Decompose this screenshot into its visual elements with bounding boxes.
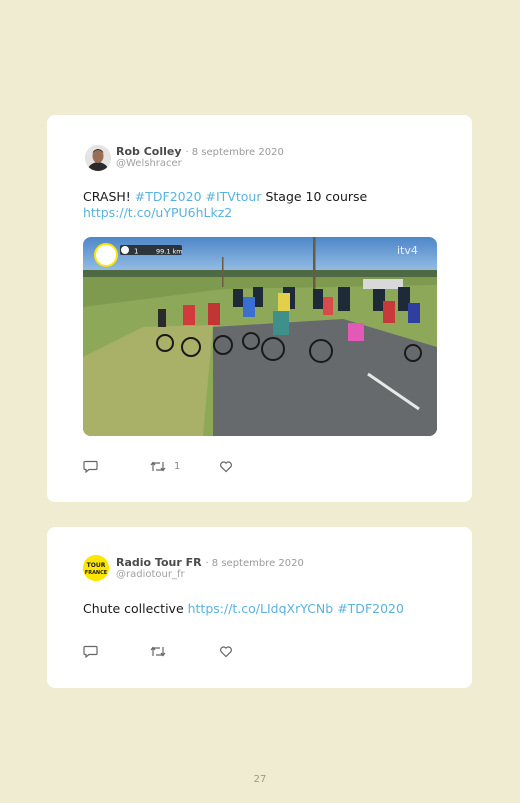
author-handle[interactable]: @Welshracer [116,158,182,169]
avatar[interactable]: TOUR FRANCE [83,555,109,581]
like-icon [220,460,232,472]
like-button[interactable] [219,459,241,473]
reply-button[interactable] [83,459,106,473]
person-avatar-image [85,145,111,171]
tour-de-france-logo-icon: TOUR FRANCE [83,555,109,581]
tweet-date[interactable]: · 8 septembre 2020 [185,147,283,158]
reply-icon [83,645,98,658]
like-icon [220,645,232,657]
overlay-distance: 99.1 km [156,248,183,256]
retweet-count: 1 [174,460,181,472]
tweet-text-tail: Stage 10 course [261,189,368,204]
overlay-number: 1 [134,248,138,256]
tweet-text-lead: CRASH! [83,189,135,204]
tweet-text-lead: Chute collective [83,601,188,616]
tweet-text: Chute collective https://t.co/LIdqXrYCNb… [83,601,443,617]
tweet-card: Rob Colley · 8 septembre 2020 @Welshrace… [47,115,472,502]
hashtag-link[interactable]: #TDF2020 [135,189,202,204]
tweet-url-link[interactable]: https://t.co/LIdqXrYCNb [188,601,334,616]
tweet-text: CRASH! #TDF2020 #ITVtour Stage 10 course… [83,189,443,221]
reply-icon [83,460,98,473]
tweet-actions: 1 [83,459,283,473]
race-crash-photo: 1 99.1 km itv4 [83,237,437,436]
reply-button[interactable] [83,644,106,658]
like-button[interactable] [219,644,241,658]
broadcaster-logo: itv4 [397,244,418,257]
author-name[interactable]: Radio Tour FR · 8 septembre 2020 [116,556,304,569]
retweet-icon [150,646,166,656]
retweet-button[interactable]: 1 [150,459,180,473]
author-name[interactable]: Rob Colley · 8 septembre 2020 [116,145,284,158]
tweet-card: TOUR FRANCE Radio Tour FR · 8 septembre … [47,527,472,688]
tweet-url-link[interactable]: https://t.co/uYPU6hLkz2 [83,205,232,220]
hashtag-link[interactable]: #ITVtour [206,189,262,204]
page-number: 27 [253,774,267,785]
tweet-media-image[interactable]: 1 99.1 km itv4 [83,237,437,436]
retweet-icon [150,461,166,471]
svg-text:TOUR: TOUR [87,562,106,569]
avatar[interactable] [85,145,111,171]
tweet-actions [83,644,283,658]
author-name-text[interactable]: Radio Tour FR [116,556,202,569]
svg-text:FRANCE: FRANCE [85,570,108,576]
hashtag-link[interactable]: #TDF2020 [337,601,404,616]
retweet-button[interactable] [150,644,174,658]
author-name-text[interactable]: Rob Colley [116,145,182,158]
tweet-date[interactable]: · 8 septembre 2020 [205,558,303,569]
author-handle[interactable]: @radiotour_fr [116,569,185,580]
